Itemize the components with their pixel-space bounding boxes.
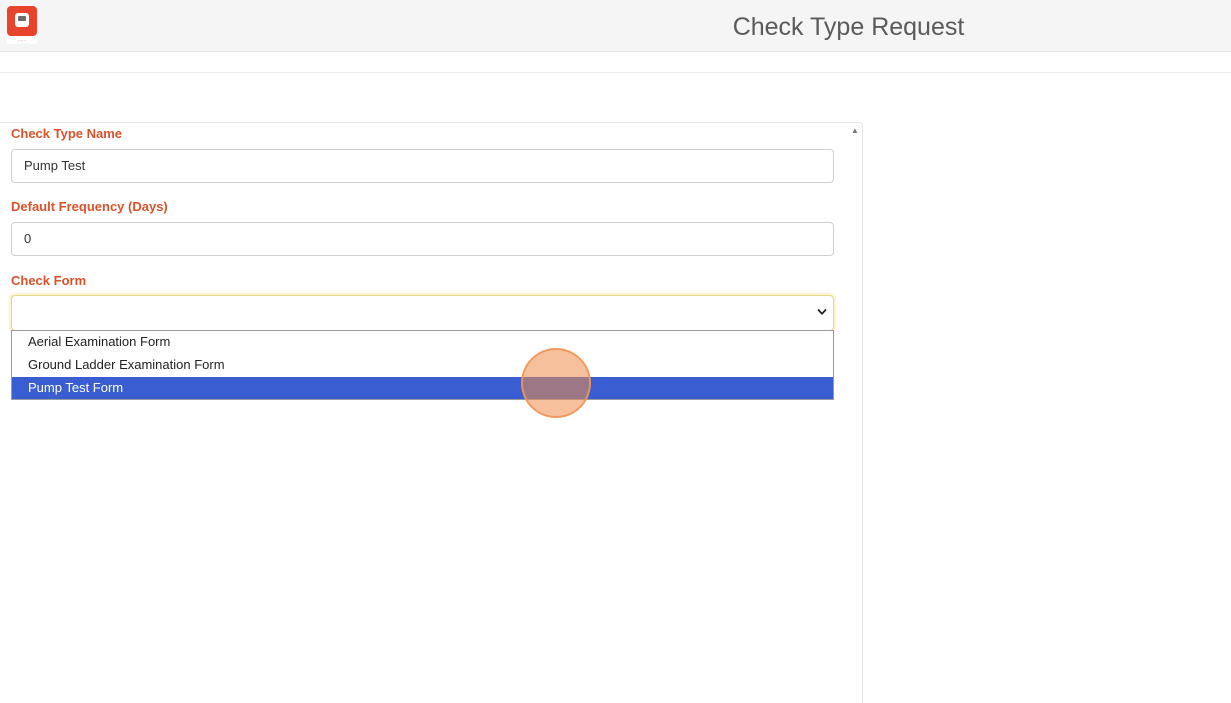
dropdown-option-aerial[interactable]: Aerial Examination Form [12,331,833,353]
check-type-name-input[interactable]: Pump Test [11,149,834,183]
page-title: Check Type Request [732,13,965,41]
check-type-name-label: Check Type Name [11,126,123,141]
default-frequency-label: Default Frequency (Days) [11,199,168,214]
top-bar: ······ Check Type Request [0,0,1231,52]
check-form-label: Check Form [11,273,87,288]
check-form-dropdown-list: Aerial Examination Form Ground Ladder Ex… [11,330,834,400]
dropdown-option-pump-test[interactable]: Pump Test Form [12,377,833,399]
click-indicator [521,348,591,418]
check-form-select[interactable] [11,295,834,331]
default-frequency-input[interactable]: 0 [11,222,834,256]
scroll-up-arrow-icon[interactable]: ▲ [849,125,861,137]
header-divider [0,72,1231,73]
chevron-down-icon [817,309,827,315]
dropdown-option-ground-ladder[interactable]: Ground Ladder Examination Form [12,354,833,376]
